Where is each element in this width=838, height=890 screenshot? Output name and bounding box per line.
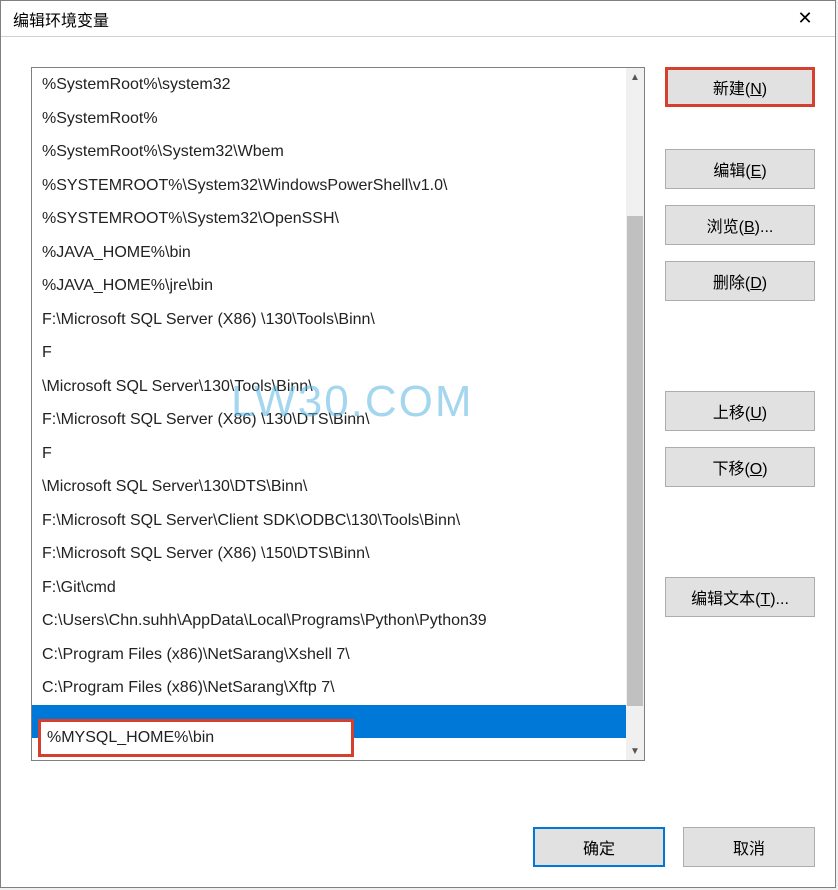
scroll-track[interactable] — [626, 86, 644, 742]
list-item[interactable]: F:\Microsoft SQL Server\Client SDK\ODBC\… — [32, 504, 626, 538]
list-item[interactable]: %SYSTEMROOT%\System32\OpenSSH\ — [32, 202, 626, 236]
spacer — [665, 503, 815, 561]
path-listbox[interactable]: %SystemRoot%\system32%SystemRoot%%System… — [31, 67, 645, 761]
listbox-inner: %SystemRoot%\system32%SystemRoot%%System… — [32, 68, 626, 760]
move-up-button[interactable]: 上移(U) — [665, 391, 815, 431]
list-item[interactable]: F:\Git\cmd — [32, 571, 626, 605]
delete-button-label: 删除(D) — [713, 269, 767, 293]
right-panel: 新建(N) 编辑(E) 浏览(B)... 删除(D) 上移(U) 下移(O) 编… — [665, 67, 815, 805]
list-item[interactable]: %SystemRoot% — [32, 102, 626, 136]
close-button[interactable]: ✕ — [785, 4, 825, 34]
list-item[interactable]: %SystemRoot%\system32 — [32, 68, 626, 102]
edit-text-button-label: 编辑文本(T)... — [691, 585, 789, 609]
list-item[interactable]: F:\Microsoft SQL Server (X86) \150\DTS\B… — [32, 537, 626, 571]
list-item[interactable]: %JAVA_HOME%\bin — [32, 236, 626, 270]
move-up-button-label: 上移(U) — [713, 399, 767, 423]
browse-button[interactable]: 浏览(B)... — [665, 205, 815, 245]
browse-button-label: 浏览(B)... — [707, 213, 774, 237]
move-down-button[interactable]: 下移(O) — [665, 447, 815, 487]
list-item[interactable]: F:\Microsoft SQL Server (X86) \130\Tools… — [32, 303, 626, 337]
scroll-down-arrow-icon[interactable]: ▼ — [626, 742, 644, 760]
spacer — [665, 123, 815, 133]
footer: 确定 取消 — [1, 815, 835, 887]
list-item[interactable]: \Microsoft SQL Server\130\Tools\Binn\ — [32, 370, 626, 404]
list-item[interactable]: %JAVA_HOME%\jre\bin — [32, 269, 626, 303]
left-panel: %SystemRoot%\system32%SystemRoot%%System… — [31, 67, 645, 805]
list-item[interactable]: C:\Program Files (x86)\NetSarang\Xftp 7\ — [32, 671, 626, 705]
new-button[interactable]: 新建(N) — [665, 67, 815, 107]
list-item[interactable]: C:\Users\Chn.suhh\AppData\Local\Programs… — [32, 604, 626, 638]
list-item[interactable]: %SystemRoot%\System32\Wbem — [32, 135, 626, 169]
path-edit-input[interactable] — [47, 729, 345, 747]
edit-text-button[interactable]: 编辑文本(T)... — [665, 577, 815, 617]
delete-button[interactable]: 删除(D) — [665, 261, 815, 301]
vertical-scrollbar[interactable]: ▲ ▼ — [626, 68, 644, 760]
cancel-button[interactable]: 取消 — [683, 827, 815, 867]
spacer — [665, 317, 815, 375]
edit-button-label: 编辑(E) — [713, 157, 766, 181]
window-title: 编辑环境变量 — [13, 7, 109, 31]
list-item[interactable]: \Microsoft SQL Server\130\DTS\Binn\ — [32, 470, 626, 504]
scroll-thumb[interactable] — [627, 216, 643, 706]
list-item[interactable]: F — [32, 437, 626, 471]
close-icon: ✕ — [797, 8, 812, 29]
list-item[interactable]: %SYSTEMROOT%\System32\WindowsPowerShell\… — [32, 169, 626, 203]
inline-edit-highlight — [38, 719, 354, 757]
list-item[interactable]: F — [32, 336, 626, 370]
new-button-label: 新建(N) — [713, 75, 767, 99]
edit-button[interactable]: 编辑(E) — [665, 149, 815, 189]
titlebar: 编辑环境变量 ✕ — [1, 1, 835, 37]
ok-button[interactable]: 确定 — [533, 827, 665, 867]
list-item[interactable]: F:\Microsoft SQL Server (X86) \130\DTS\B… — [32, 403, 626, 437]
list-item[interactable]: C:\Program Files (x86)\NetSarang\Xshell … — [32, 638, 626, 672]
move-down-button-label: 下移(O) — [712, 455, 767, 479]
content-area: %SystemRoot%\system32%SystemRoot%%System… — [1, 37, 835, 815]
scroll-up-arrow-icon[interactable]: ▲ — [626, 68, 644, 86]
env-var-edit-dialog: 编辑环境变量 ✕ %SystemRoot%\system32%SystemRoo… — [0, 0, 836, 888]
